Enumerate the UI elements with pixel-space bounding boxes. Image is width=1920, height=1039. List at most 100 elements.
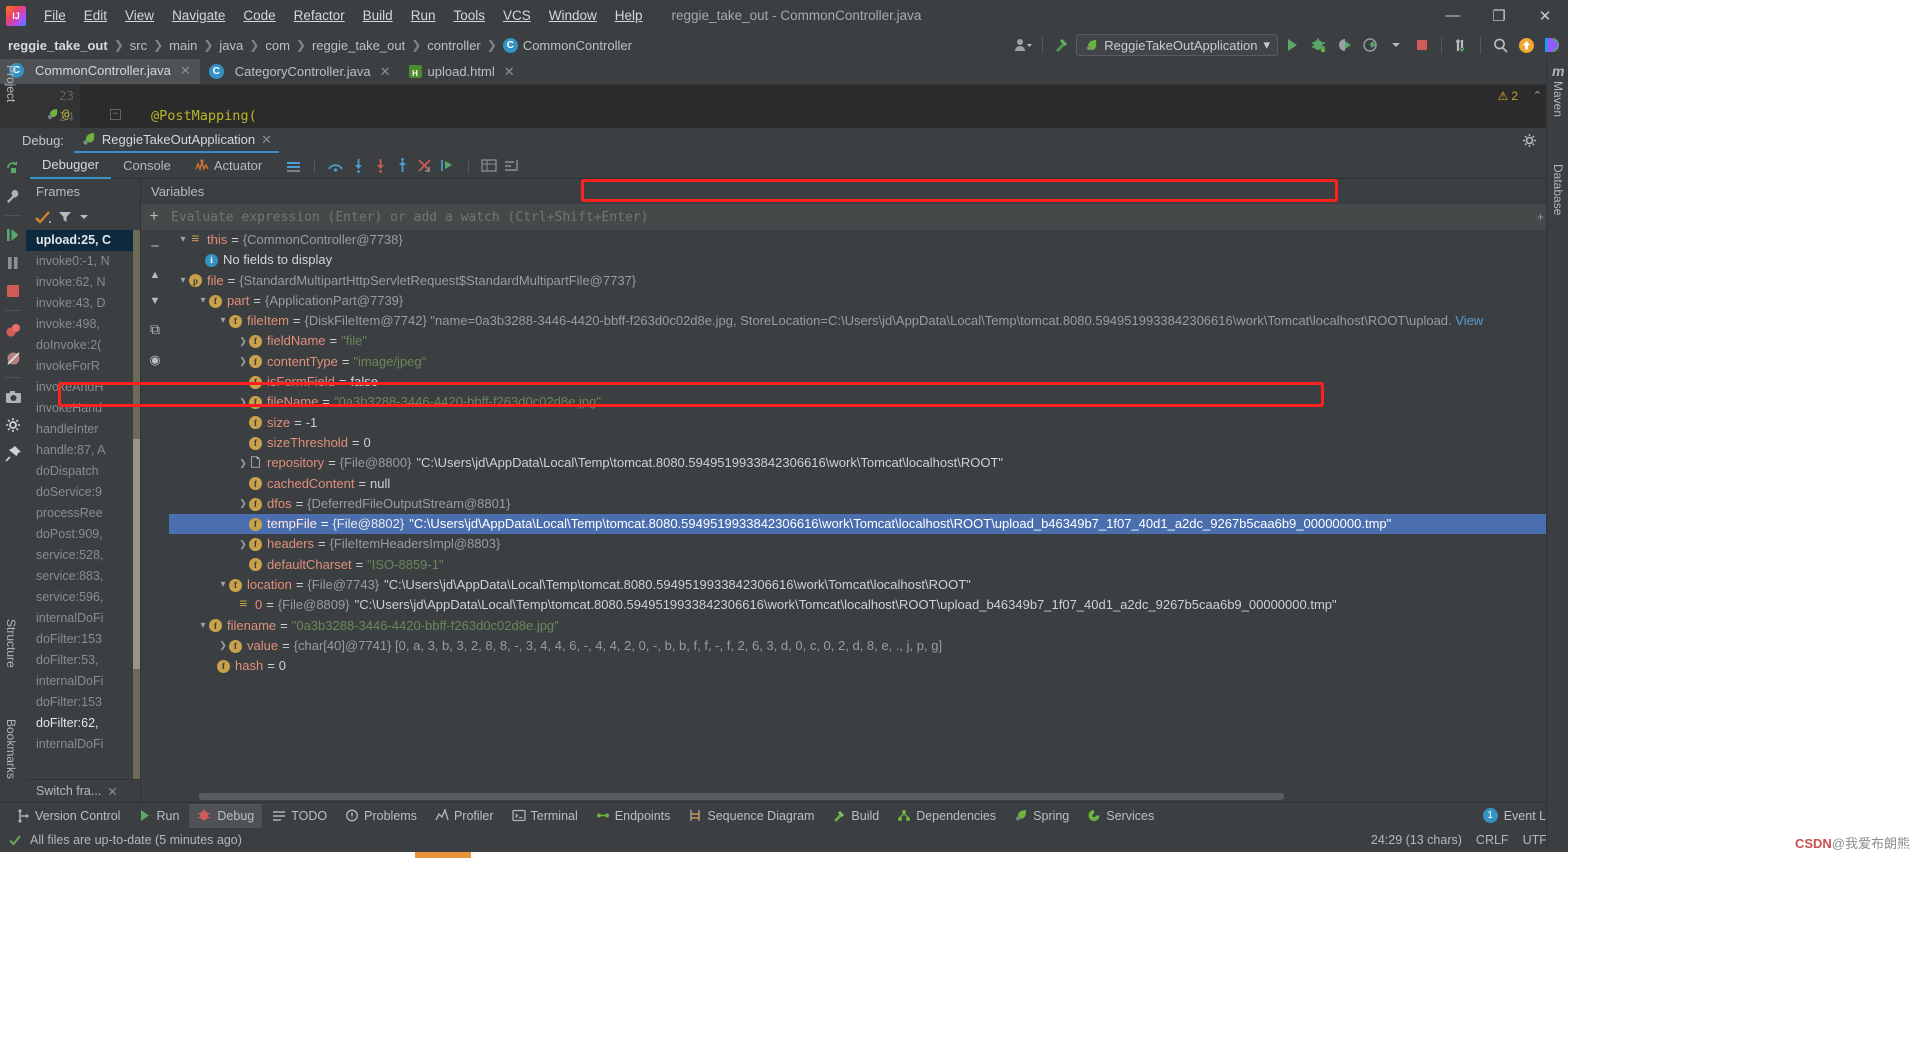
menu-item-window[interactable]: Window bbox=[540, 5, 606, 26]
breadcrumb-controller[interactable]: controller bbox=[427, 38, 480, 53]
frame-item[interactable]: doDispatch bbox=[26, 461, 140, 482]
variable-row-dfos[interactable]: f dfos = {DeferredFileOutputStream@8801} bbox=[169, 494, 1568, 514]
close-icon[interactable]: ✕ bbox=[504, 64, 515, 80]
tab-debugger[interactable]: Debugger bbox=[30, 153, 112, 179]
variable-row-file[interactable]: p file = {StandardMultipartHttpServletRe… bbox=[169, 271, 1568, 291]
maximize-button[interactable]: ❐ bbox=[1476, 0, 1522, 31]
close-icon[interactable]: ✕ bbox=[180, 63, 191, 79]
frame-item[interactable]: doFilter:153 bbox=[26, 692, 140, 713]
variable-row-repository[interactable]: 🗋 repository = {File@8800} "C:\Users\jd\… bbox=[169, 453, 1568, 473]
menu-item-view[interactable]: View bbox=[116, 5, 163, 26]
tool-button-sequence-diagram[interactable]: Sequence Diagram bbox=[680, 804, 822, 828]
close-icon[interactable]: ✕ bbox=[107, 784, 117, 799]
editor-tab-commoncontroller[interactable]: C CommonController.java ✕ bbox=[0, 59, 200, 84]
caret-position[interactable]: 24:29 (13 chars) bbox=[1371, 833, 1462, 847]
variables-tree[interactable]: ≡ this = {CommonController@7738} i No fi… bbox=[169, 230, 1568, 802]
notification-update-icon[interactable] bbox=[1514, 33, 1538, 57]
maven-m-icon[interactable]: m bbox=[1552, 63, 1564, 79]
run-to-cursor-icon[interactable] bbox=[440, 158, 456, 173]
profiler-icon[interactable] bbox=[1358, 33, 1382, 57]
step-into-icon[interactable] bbox=[351, 158, 366, 173]
menu-item-edit[interactable]: Edit bbox=[75, 5, 116, 26]
variable-row-contenttype[interactable]: f contentType = "image/jpeg" bbox=[169, 352, 1568, 372]
variable-row-part[interactable]: f part = {ApplicationPart@7739} bbox=[169, 291, 1568, 311]
build-hammer-icon[interactable] bbox=[1050, 33, 1074, 57]
step-over-icon[interactable] bbox=[327, 158, 344, 173]
force-step-into-icon[interactable] bbox=[373, 158, 388, 173]
tool-label-structure[interactable]: Structure bbox=[4, 619, 18, 668]
close-icon[interactable]: ✕ bbox=[380, 64, 391, 80]
move-up-icon[interactable]: ▲ bbox=[150, 269, 161, 281]
tab-console[interactable]: Console bbox=[111, 153, 183, 179]
remove-watch-icon[interactable]: − bbox=[151, 238, 160, 255]
add-watch-button[interactable]: + bbox=[141, 208, 167, 226]
breadcrumb-main[interactable]: main bbox=[169, 38, 197, 53]
expand-arrow-icon[interactable] bbox=[197, 291, 209, 311]
variable-row-fileitem[interactable]: f fileItem = {DiskFileItem@7742} "name=0… bbox=[169, 311, 1568, 331]
tool-button-terminal[interactable]: Terminal bbox=[504, 804, 586, 828]
chevron-down-icon[interactable] bbox=[78, 211, 90, 223]
frame-item[interactable]: processRee bbox=[26, 503, 140, 524]
frame-item[interactable]: invokeAndH bbox=[26, 377, 140, 398]
frame-item[interactable]: service:883, bbox=[26, 566, 140, 587]
frame-item[interactable]: handle:87, A bbox=[26, 440, 140, 461]
tool-label-database[interactable]: Database bbox=[1551, 164, 1565, 215]
frames-list[interactable]: upload:25, C invoke0:-1, N invoke:62, N … bbox=[26, 230, 140, 779]
frame-item[interactable]: internalDoFi bbox=[26, 608, 140, 629]
frame-item[interactable]: internalDoFi bbox=[26, 734, 140, 755]
menu-item-file[interactable]: File bbox=[35, 5, 75, 26]
frame-item[interactable]: handleInter bbox=[26, 419, 140, 440]
tool-button-dependencies[interactable]: Dependencies bbox=[889, 804, 1004, 828]
tool-button-debug[interactable]: Debug bbox=[189, 803, 263, 828]
expand-arrow-icon[interactable] bbox=[237, 392, 249, 413]
filter-funnel-icon[interactable] bbox=[58, 210, 72, 224]
tool-label-maven[interactable]: Maven bbox=[1551, 81, 1565, 117]
expand-arrow-icon[interactable] bbox=[237, 351, 249, 372]
line-separator[interactable]: CRLF bbox=[1476, 833, 1509, 847]
copy-value-icon[interactable]: ⧉ bbox=[150, 321, 160, 338]
thread-check-icon[interactable] bbox=[34, 210, 52, 224]
frame-item[interactable]: doPost:909, bbox=[26, 524, 140, 545]
variable-row-this[interactable]: ≡ this = {CommonController@7738} bbox=[169, 230, 1568, 250]
expand-arrow-icon[interactable] bbox=[237, 453, 249, 474]
frames-scrollbar[interactable] bbox=[133, 230, 140, 779]
frame-item[interactable]: doFilter:53, bbox=[26, 650, 140, 671]
frame-item[interactable]: doService:9 bbox=[26, 482, 140, 503]
variable-row-filename-field[interactable]: f fileName = "0a3b3288-3446-4420-bbff-f2… bbox=[169, 392, 1568, 412]
tab-actuator[interactable]: Actuator bbox=[183, 153, 274, 179]
frame-item[interactable]: invoke0:-1, N bbox=[26, 251, 140, 272]
profile-icon[interactable] bbox=[1011, 33, 1035, 57]
switch-frames-tab[interactable]: Switch fra... ✕ bbox=[26, 779, 140, 802]
variable-row-isformfield[interactable]: f isFormField = false bbox=[169, 372, 1568, 392]
tool-label-bookmarks[interactable]: Bookmarks bbox=[4, 719, 18, 779]
frame-item[interactable]: doInvoke:2( bbox=[26, 335, 140, 356]
editor-tab-upload-html[interactable]: H upload.html ✕ bbox=[400, 59, 524, 84]
tool-button-version-control[interactable]: Version Control bbox=[8, 804, 128, 828]
variable-row-value[interactable]: f value = {char[40]@7741} [0, a, 3, b, 3… bbox=[169, 636, 1568, 656]
search-everywhere-icon[interactable] bbox=[1488, 33, 1512, 57]
menu-item-help[interactable]: Help bbox=[606, 5, 652, 26]
frame-item[interactable]: service:528, bbox=[26, 545, 140, 566]
expand-arrow-icon[interactable] bbox=[177, 271, 189, 291]
view-link[interactable]: . View bbox=[1448, 311, 1483, 331]
stop-icon[interactable] bbox=[1410, 33, 1434, 57]
close-icon[interactable]: ✕ bbox=[261, 132, 272, 148]
menu-item-build[interactable]: Build bbox=[354, 5, 402, 26]
variable-row-hash[interactable]: f hash = 0 bbox=[169, 656, 1568, 676]
variable-row-array-index-0[interactable]: ≡ 0 = {File@8809} "C:\Users\jd\AppData\L… bbox=[169, 595, 1568, 615]
tool-button-spring[interactable]: Spring bbox=[1006, 804, 1077, 828]
variable-row-cachedcontent[interactable]: f cachedContent = null bbox=[169, 474, 1568, 494]
threads-view-icon[interactable] bbox=[504, 158, 520, 173]
tool-button-profiler[interactable]: Profiler bbox=[427, 804, 502, 828]
menu-item-vcs[interactable]: VCS bbox=[494, 5, 540, 26]
menu-item-tools[interactable]: Tools bbox=[444, 5, 494, 26]
chevron-down-icon[interactable] bbox=[1384, 33, 1408, 57]
frame-item[interactable]: doFilter:153 bbox=[26, 629, 140, 650]
frame-item[interactable]: upload:25, C bbox=[26, 230, 140, 251]
frame-item[interactable]: invoke:498, bbox=[26, 314, 140, 335]
frame-item[interactable]: internalDoFi bbox=[26, 671, 140, 692]
tool-button-build[interactable]: Build bbox=[824, 804, 887, 828]
editor-tab-categorycontroller[interactable]: C CategoryController.java ✕ bbox=[200, 59, 400, 84]
run-configuration-selector[interactable]: ReggieTakeOutApplication ▾ bbox=[1076, 34, 1278, 56]
update-running-app-icon[interactable] bbox=[1449, 33, 1473, 57]
